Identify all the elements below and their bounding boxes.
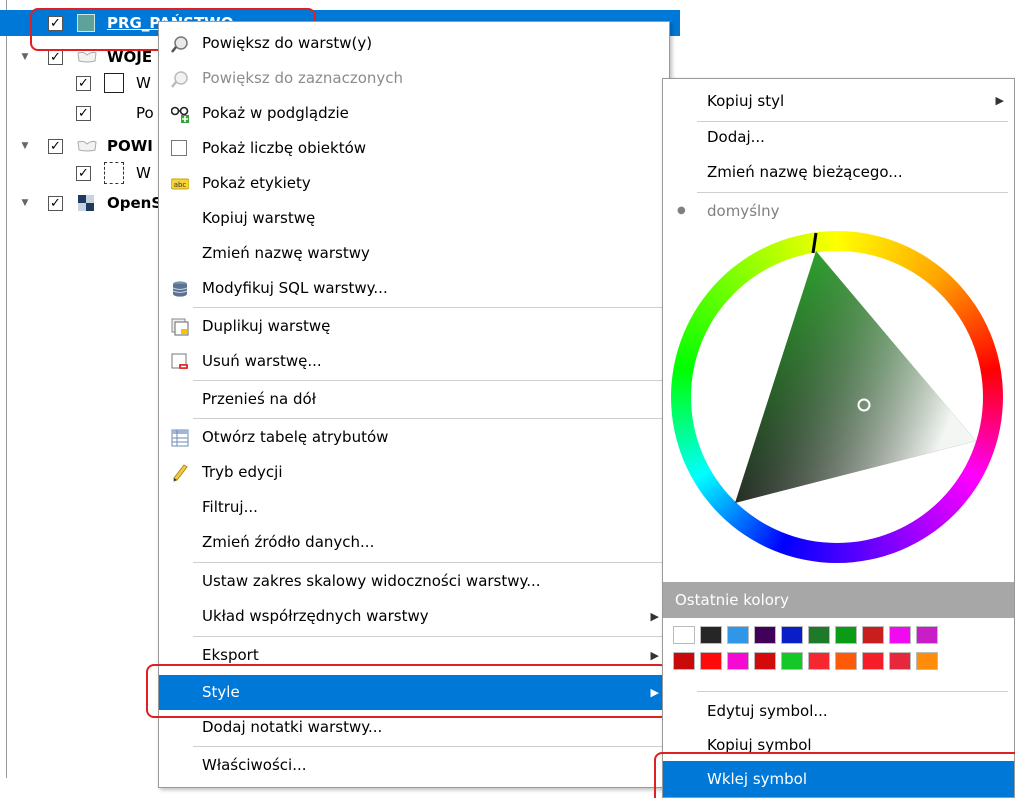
menu-separator: [193, 418, 663, 419]
menu-item-rename-layer[interactable]: Zmień nazwę warstwy: [159, 236, 669, 271]
menu-separator: [193, 380, 663, 381]
recent-color-swatch[interactable]: [808, 626, 830, 644]
menu-separator: [193, 746, 663, 747]
attribute-table-icon: [171, 429, 189, 447]
recent-color-swatch[interactable]: [700, 626, 722, 644]
layer-context-menu: Powiększ do warstw(y) Powiększ do zaznac…: [158, 21, 670, 788]
menu-item-change-data-source[interactable]: Zmień źródło danych...: [159, 525, 669, 560]
menu-separator: [193, 636, 663, 637]
menu-item-layer-crs[interactable]: Układ współrzędnych warstwy ▶: [159, 599, 669, 634]
database-icon: [172, 281, 188, 297]
submenu-item-current-style[interactable]: ● domyślny: [663, 193, 1014, 229]
recent-color-swatch[interactable]: [727, 626, 749, 644]
recent-color-swatch[interactable]: [889, 652, 911, 670]
recent-color-swatch[interactable]: [727, 652, 749, 670]
menu-item-zoom-to-selected[interactable]: Powiększ do zaznaczonych: [159, 61, 669, 96]
recent-color-swatch[interactable]: [889, 626, 911, 644]
menu-item-properties[interactable]: Właściwości...: [159, 748, 669, 783]
recent-color-swatch[interactable]: [673, 652, 695, 670]
overview-icon: [171, 106, 189, 123]
menu-item-filter[interactable]: Filtruj...: [159, 490, 669, 525]
checkbox-icon[interactable]: [171, 140, 187, 156]
recent-color-swatch[interactable]: [808, 652, 830, 670]
menu-item-export[interactable]: Eksport ▶: [159, 638, 669, 673]
submenu-item-copy-symbol[interactable]: Kopiuj symbol: [663, 727, 1014, 763]
submenu-item-paste-symbol[interactable]: Wklej symbol: [663, 761, 1014, 797]
recent-color-swatch[interactable]: [700, 652, 722, 670]
layer-visibility-checkbox[interactable]: ✓: [48, 196, 63, 211]
pencil-icon: [173, 464, 188, 482]
layer-name[interactable]: POWI: [107, 133, 153, 159]
menu-separator: [697, 691, 1008, 692]
color-triangle[interactable]: [671, 231, 1003, 563]
polygon-layer-icon: [77, 51, 97, 63]
recent-color-swatch[interactable]: [781, 626, 803, 644]
duplicate-layer-icon: [171, 318, 189, 336]
menu-item-show-labels[interactable]: abc Pokaż etykiety: [159, 166, 669, 201]
menu-item-modify-sql[interactable]: Modyfikuj SQL warstwy...: [159, 271, 669, 306]
submenu-item-copy-style[interactable]: Kopiuj styl ▶: [663, 83, 1014, 119]
layer-visibility-checkbox[interactable]: ✓: [48, 139, 63, 154]
labels-icon: abc: [171, 178, 189, 190]
zoom-selected-icon: [171, 71, 188, 88]
recent-colors-header: Ostatnie kolory: [663, 582, 1014, 618]
color-wheel[interactable]: [671, 231, 1003, 563]
menu-item-move-to-bottom[interactable]: Przenieś na dół: [159, 382, 669, 417]
submenu-arrow-icon: ▶: [650, 649, 659, 662]
bullet-icon: ●: [677, 205, 686, 216]
legend-checkbox[interactable]: ✓: [76, 106, 91, 121]
menu-separator: [193, 307, 663, 308]
styles-submenu: Kopiuj styl ▶ Dodaj... Zmień nazwę bieżą…: [662, 78, 1015, 798]
outline-symbol-icon: [104, 73, 124, 93]
layer-visibility-checkbox[interactable]: ✓: [48, 50, 63, 65]
collapse-arrow-icon[interactable]: ▼: [20, 133, 30, 159]
recent-color-swatch[interactable]: [781, 652, 803, 670]
recent-color-swatch[interactable]: [835, 652, 857, 670]
recent-color-swatch[interactable]: [862, 652, 884, 670]
collapse-arrow-icon[interactable]: ▼: [20, 44, 30, 70]
submenu-item-edit-symbol[interactable]: Edytuj symbol...: [663, 693, 1014, 729]
menu-item-toggle-editing[interactable]: Tryb edycji: [159, 455, 669, 490]
legend-checkbox[interactable]: ✓: [76, 76, 91, 91]
collapse-arrow-icon[interactable]: ▼: [20, 190, 30, 216]
polygon-fill-icon: [77, 14, 95, 32]
legend-label: W: [136, 164, 151, 182]
submenu-arrow-icon: ▶: [650, 686, 659, 699]
menu-item-add-layer-notes[interactable]: Dodaj notatki warstwy...: [159, 710, 669, 745]
menu-item-styles[interactable]: Style ▶: [159, 675, 669, 710]
submenu-arrow-icon: ▶: [995, 94, 1004, 107]
layer-visibility-checkbox[interactable]: ✓: [48, 16, 63, 31]
layer-name[interactable]: WOJE: [107, 44, 152, 70]
recent-color-swatch[interactable]: [673, 626, 695, 644]
menu-separator: [193, 562, 663, 563]
dashed-outline-symbol-icon: [104, 162, 124, 184]
submenu-item-add-style[interactable]: Dodaj...: [663, 119, 1014, 155]
raster-layer-icon: [78, 195, 94, 211]
legend-label: W: [136, 74, 151, 92]
polygon-layer-icon: [77, 140, 97, 152]
zoom-layer-icon: [171, 36, 188, 53]
recent-color-swatch[interactable]: [754, 626, 776, 644]
menu-item-open-attribute-table[interactable]: Otwórz tabelę atrybutów: [159, 420, 669, 455]
legend-label: Po: [136, 104, 154, 122]
menu-item-remove-layer[interactable]: Usuń warstwę...: [159, 344, 669, 379]
menu-item-zoom-to-layer[interactable]: Powiększ do warstw(y): [159, 26, 669, 61]
svg-text:abc: abc: [174, 181, 187, 189]
menu-item-copy-layer[interactable]: Kopiuj warstwę: [159, 201, 669, 236]
menu-item-set-scale-visibility[interactable]: Ustaw zakres skalowy widoczności warstwy…: [159, 564, 669, 599]
menu-item-show-in-overview[interactable]: Pokaż w podglądzie: [159, 96, 669, 131]
legend-checkbox[interactable]: ✓: [76, 166, 91, 181]
layer-name[interactable]: OpenS: [107, 190, 162, 216]
recent-color-swatch[interactable]: [916, 626, 938, 644]
recent-color-swatch[interactable]: [754, 652, 776, 670]
remove-layer-icon: [171, 353, 188, 369]
submenu-arrow-icon: ▶: [650, 610, 659, 623]
submenu-item-rename-style[interactable]: Zmień nazwę bieżącego...: [663, 154, 1014, 190]
recent-color-swatch[interactable]: [862, 626, 884, 644]
recent-color-swatch[interactable]: [916, 652, 938, 670]
recent-color-swatch[interactable]: [835, 626, 857, 644]
menu-item-duplicate-layer[interactable]: Duplikuj warstwę: [159, 309, 669, 344]
menu-item-show-feature-count[interactable]: Pokaż liczbę obiektów: [159, 131, 669, 166]
